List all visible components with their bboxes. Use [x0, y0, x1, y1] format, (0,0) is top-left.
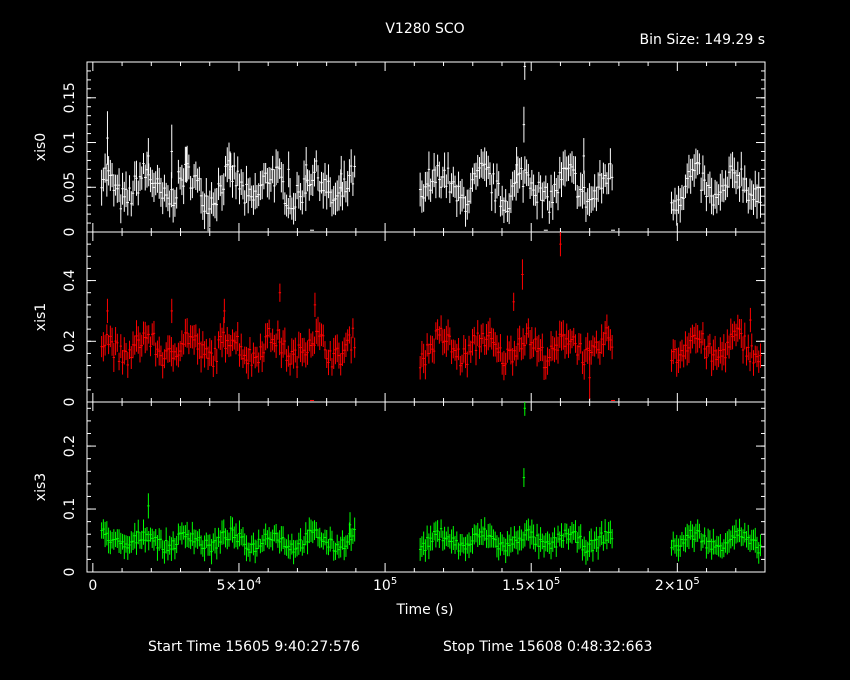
y-axis-label: xis1	[33, 303, 49, 331]
stop-time-label: Stop Time 15608 0:48:32:663	[443, 639, 652, 655]
x-tick-label: 105	[373, 576, 397, 594]
x-axis-label: Time (s)	[396, 602, 454, 618]
panel-xis1: 0 0.2 0.4 xis1	[33, 231, 766, 407]
y-tick-label: 0.05	[62, 172, 78, 203]
panel-xis0: 0 0.05 0.1 0.15 xis0	[33, 61, 766, 237]
x-tick-label: 2×105	[655, 576, 700, 594]
x-axis-ticks: 0 5×104 105 1.5×105 2×105	[88, 576, 699, 594]
panel-xis3: 0 0.1 0.2 xis3	[33, 401, 766, 577]
y-tick-label: 0.2	[62, 330, 78, 352]
y-tick-label: 0.15	[62, 82, 78, 113]
y-tick-label: 0.1	[62, 498, 78, 520]
y-axis-label: xis3	[33, 473, 49, 501]
x-tick-label: 1.5×105	[502, 576, 560, 594]
y-axis-label: xis0	[33, 133, 49, 161]
start-time-label: Start Time 15605 9:40:27:576	[148, 639, 360, 655]
y-tick-label: 0	[62, 568, 78, 577]
x-tick-label: 5×104	[217, 576, 262, 594]
panel-frame	[86, 61, 766, 233]
y-tick-label: 0.2	[62, 435, 78, 457]
panel-frame	[86, 231, 766, 403]
y-tick-label: 0.4	[62, 269, 78, 291]
chart-title: V1280 SCO	[385, 21, 464, 37]
y-tick-label: 0.1	[62, 131, 78, 153]
y-tick-label: 0	[62, 398, 78, 407]
x-tick-label: 0	[88, 578, 97, 594]
y-tick-label: 0	[62, 228, 78, 237]
lightcurve-chart: V1280 SCO Bin Size: 149.29 s 0 0.05 0.1 0.1…	[33, 21, 766, 655]
bin-size-label: Bin Size: 149.29 s	[640, 32, 765, 48]
